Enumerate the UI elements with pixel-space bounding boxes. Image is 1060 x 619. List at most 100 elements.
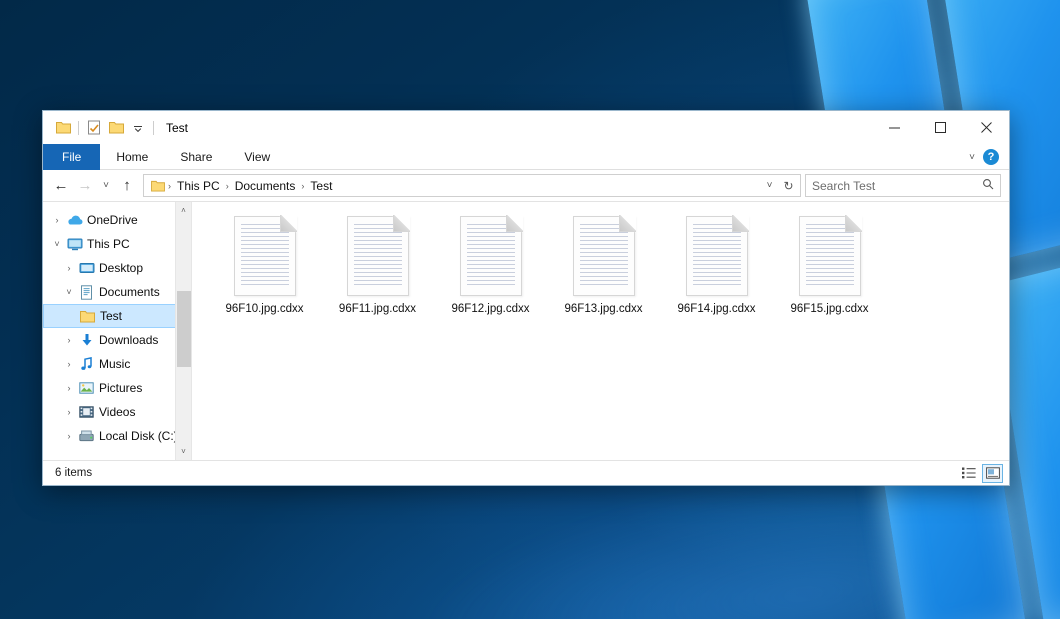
breadcrumb[interactable]: › This PC › Documents › Test ˅ ↻ <box>143 174 801 197</box>
help-icon[interactable]: ? <box>983 149 999 165</box>
breadcrumb-right-controls: ˅ ↻ <box>760 179 798 193</box>
generic-file-icon <box>573 216 635 296</box>
tab-home[interactable]: Home <box>100 144 164 170</box>
breadcrumb-item-documents[interactable]: Documents <box>230 179 301 193</box>
picture-icon <box>77 382 96 394</box>
search-icon <box>982 178 994 193</box>
file-item[interactable]: 96F15.jpg.cdxx <box>773 214 886 315</box>
breadcrumb-item-test[interactable]: Test <box>305 179 337 193</box>
file-grid: 96F10.jpg.cdxx 96F11.jpg.cdxx <box>192 202 1009 315</box>
search-box[interactable]: Search Test <box>805 174 1001 197</box>
title-bar: Test <box>43 111 1009 144</box>
folder-icon <box>78 310 97 323</box>
large-icons-view-button[interactable] <box>982 464 1003 483</box>
sidebar-item-pictures[interactable]: › Pictures <box>43 376 191 400</box>
generic-file-icon <box>460 216 522 296</box>
sidebar-item-label: Local Disk (C:) <box>96 429 178 443</box>
sidebar-item-documents[interactable]: ˅ Documents <box>43 280 191 304</box>
expander-icon[interactable]: › <box>61 335 77 345</box>
tab-file[interactable]: File <box>43 144 100 170</box>
address-bar: ← → ˅ ↑ › This PC › Documents › Test ˅ ↻ <box>43 170 1009 201</box>
recent-locations-button[interactable]: ˅ <box>97 174 115 198</box>
toolbar-divider-2 <box>153 121 154 135</box>
sidebar-item-local-disk-c[interactable]: › Local Disk (C:) <box>43 424 191 448</box>
expander-icon[interactable]: › <box>61 407 77 417</box>
folder-icon[interactable] <box>52 117 74 139</box>
back-button[interactable]: ← <box>49 174 73 198</box>
expander-icon[interactable]: ˅ <box>61 287 77 297</box>
forward-button[interactable]: → <box>73 174 97 198</box>
breadcrumb-folder-icon <box>149 180 167 192</box>
file-item[interactable]: 96F11.jpg.cdxx <box>321 214 434 315</box>
up-button[interactable]: ↑ <box>115 174 139 198</box>
status-bar: 6 items <box>43 460 1009 485</box>
window-body: › OneDrive ˅ This PC › <box>43 201 1009 460</box>
search-input[interactable]: Search Test <box>812 179 982 193</box>
tab-share[interactable]: Share <box>164 144 228 170</box>
expander-icon[interactable]: › <box>61 263 77 273</box>
sidebar-item-onedrive[interactable]: › OneDrive <box>43 208 191 232</box>
file-list-pane[interactable]: 96F10.jpg.cdxx 96F11.jpg.cdxx <box>192 202 1009 460</box>
file-item[interactable]: 96F13.jpg.cdxx <box>547 214 660 315</box>
expander-icon[interactable]: › <box>49 215 65 225</box>
file-item[interactable]: 96F14.jpg.cdxx <box>660 214 773 315</box>
sidebar-item-label: Documents <box>96 285 160 299</box>
window-title: Test <box>166 121 188 135</box>
sidebar-item-this-pc[interactable]: ˅ This PC <box>43 232 191 256</box>
file-name: 96F14.jpg.cdxx <box>678 303 756 315</box>
navigation-tree: › OneDrive ˅ This PC › <box>43 202 191 448</box>
scrollbar-thumb[interactable] <box>177 291 191 367</box>
sidebar-item-label: Videos <box>96 405 135 419</box>
expand-ribbon-icon[interactable]: ˅ <box>969 152 975 163</box>
file-name: 96F11.jpg.cdxx <box>339 303 416 315</box>
sidebar-item-label: Music <box>96 357 130 371</box>
generic-file-icon <box>799 216 861 296</box>
minimize-button[interactable] <box>871 111 917 144</box>
file-name: 96F10.jpg.cdxx <box>226 303 304 315</box>
sidebar-scrollbar[interactable]: ˄ ˅ <box>175 202 191 460</box>
maximize-button[interactable] <box>917 111 963 144</box>
sidebar-item-test[interactable]: Test <box>43 304 191 328</box>
sidebar-item-label: Downloads <box>96 333 158 347</box>
close-button[interactable] <box>963 111 1009 144</box>
generic-file-icon <box>347 216 409 296</box>
chevron-down-icon[interactable] <box>127 117 149 139</box>
monitor-icon <box>65 238 84 251</box>
expander-icon[interactable]: › <box>61 431 77 441</box>
sidebar-item-videos[interactable]: › Videos <box>43 400 191 424</box>
properties-icon[interactable] <box>83 117 105 139</box>
address-dropdown-icon[interactable]: ˅ <box>760 180 779 191</box>
toolbar-divider <box>78 121 79 135</box>
breadcrumb-item-this-pc[interactable]: This PC <box>172 179 225 193</box>
file-item[interactable]: 96F10.jpg.cdxx <box>208 214 321 315</box>
file-item[interactable]: 96F12.jpg.cdxx <box>434 214 547 315</box>
new-folder-icon[interactable] <box>105 117 127 139</box>
item-count-label: 6 items <box>55 467 92 479</box>
download-icon <box>77 333 96 347</box>
scroll-up-icon[interactable]: ˄ <box>176 202 192 219</box>
sidebar-item-label: Test <box>97 309 122 323</box>
disk-icon <box>77 430 96 442</box>
view-switcher <box>958 464 1003 483</box>
scroll-down-icon[interactable]: ˅ <box>176 443 192 460</box>
expander-icon[interactable]: › <box>61 359 77 369</box>
quick-access-toolbar <box>43 117 158 139</box>
ribbon-tabs: File Home Share View ˅ ? <box>43 144 1009 170</box>
sidebar-item-label: This PC <box>84 237 130 251</box>
desktop-icon <box>77 262 96 275</box>
sidebar-item-label: OneDrive <box>84 213 138 227</box>
scrollbar-track[interactable] <box>176 219 192 443</box>
details-view-button[interactable] <box>958 464 979 483</box>
sidebar-item-downloads[interactable]: › Downloads <box>43 328 191 352</box>
tab-view[interactable]: View <box>228 144 286 170</box>
expander-icon[interactable]: ˅ <box>49 239 65 249</box>
refresh-icon[interactable]: ↻ <box>779 179 798 193</box>
sidebar-item-desktop[interactable]: › Desktop <box>43 256 191 280</box>
file-explorer-window: Test File Home Share View ˅ ? <box>42 110 1010 486</box>
ribbon-right-controls: ˅ ? <box>969 144 1005 170</box>
music-icon <box>77 357 96 371</box>
expander-icon[interactable]: › <box>61 383 77 393</box>
file-name: 96F15.jpg.cdxx <box>791 303 869 315</box>
sidebar-item-label: Pictures <box>96 381 142 395</box>
sidebar-item-music[interactable]: › Music <box>43 352 191 376</box>
